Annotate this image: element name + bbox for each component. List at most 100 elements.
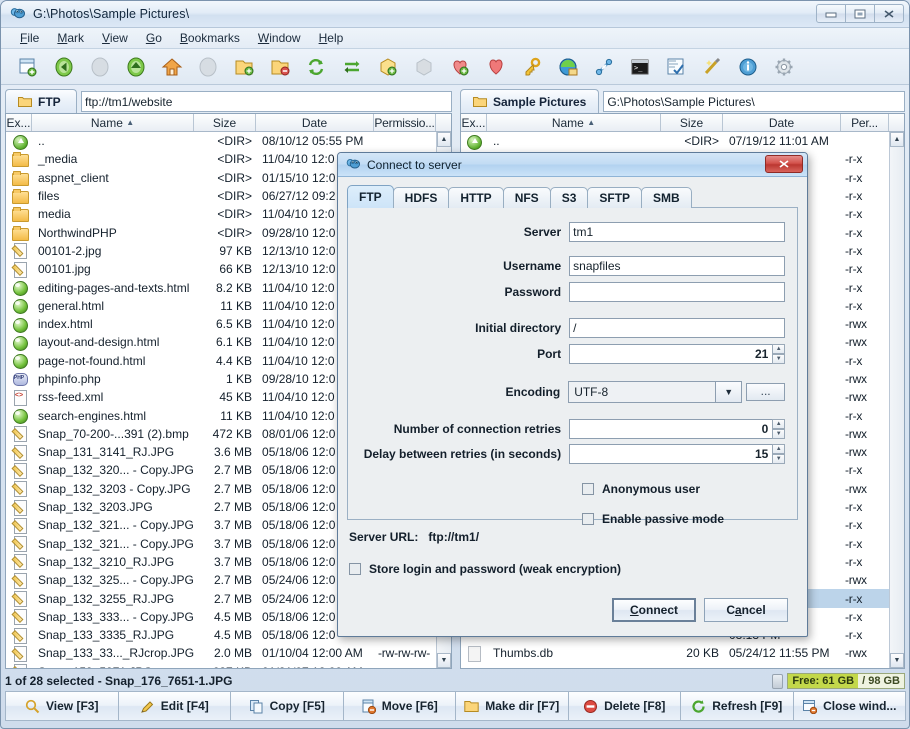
minimize-button[interactable] — [816, 4, 846, 23]
left-tab-ftp[interactable]: FTP — [5, 89, 77, 113]
anonymous-user-checkbox[interactable] — [582, 483, 594, 495]
maximize-button[interactable] — [845, 4, 875, 23]
stepper-down-icon[interactable]: ▼ — [772, 354, 785, 364]
encoding-more-button[interactable]: ... — [746, 383, 786, 401]
retries-input[interactable]: 0 — [569, 419, 774, 439]
table-row[interactable]: .. <DIR> 07/19/12 11:01 AM — [461, 132, 889, 150]
toolbar-favorite-add[interactable] — [442, 50, 478, 84]
stepper-up-icon[interactable]: ▲ — [772, 444, 785, 454]
makedir-button[interactable]: Make dir [F7] — [455, 691, 569, 721]
menu-bookmarks[interactable]: Bookmarks — [171, 30, 249, 46]
scroll-up-icon[interactable]: ▲ — [890, 132, 904, 147]
dialog-tab-ftp[interactable]: FTP — [347, 185, 394, 208]
right-col-perm[interactable]: Per... — [841, 114, 889, 131]
port-input[interactable]: 21 — [569, 344, 774, 364]
toolbar-bookmark-add[interactable] — [370, 50, 406, 84]
close-button[interactable] — [874, 4, 904, 23]
refresh-button[interactable]: Refresh [F9] — [680, 691, 794, 721]
toolbar-terminal[interactable]: >_ — [622, 50, 658, 84]
toolbar-settings[interactable] — [766, 50, 802, 84]
anonymous-user-row[interactable]: Anonymous user — [582, 482, 785, 496]
left-col-perm[interactable]: Permissio... — [374, 114, 437, 131]
username-input[interactable]: snapfiles — [569, 256, 785, 276]
toolbar-back[interactable] — [46, 50, 82, 84]
toolbar-sync[interactable] — [298, 50, 334, 84]
right-col-name[interactable]: Name ▲ — [487, 114, 661, 131]
dialog-tab-hdfs[interactable]: HDFS — [392, 187, 450, 208]
right-col-size[interactable]: Size — [661, 114, 723, 131]
right-tab-sample-pictures[interactable]: Sample Pictures — [459, 89, 600, 113]
menu-mark[interactable]: Mark — [48, 30, 93, 46]
initial-directory-input[interactable]: / — [569, 318, 785, 338]
table-row[interactable]: Snap_133_33..._RJcrop.JPG 2.0 MB 01/10/04 … — [6, 644, 436, 662]
menu-go[interactable]: Go — [137, 30, 171, 46]
toolbar-open-folder[interactable] — [226, 50, 262, 84]
toolbar-close-folder[interactable] — [262, 50, 298, 84]
store-login-row[interactable]: Store login and password (weak encryptio… — [349, 562, 796, 576]
menu-window[interactable]: Window — [249, 30, 310, 46]
table-row[interactable]: Thumbs.db 20 KB 05/24/12 11:55 PM -rwx — [461, 644, 889, 662]
dialog-tab-nfs[interactable]: NFS — [502, 187, 551, 208]
copy-button[interactable]: Copy [F5] — [230, 691, 344, 721]
toolbar-new-tab[interactable] — [10, 50, 46, 84]
dialog-tab-smb[interactable]: SMB — [641, 187, 692, 208]
stepper-up-icon[interactable]: ▲ — [772, 344, 785, 354]
close-window-button-label: Close wind... — [823, 699, 897, 713]
menu-view[interactable]: View — [93, 30, 137, 46]
close-window-button[interactable]: Close wind... — [792, 691, 906, 721]
dialog-tab-s3[interactable]: S3 — [549, 187, 589, 208]
toolbar-disconnect[interactable] — [586, 50, 622, 84]
toolbar-favorite[interactable] — [478, 50, 514, 84]
right-vscrollbar[interactable]: ▲ ▼ — [889, 132, 904, 668]
row-size: 20 KB — [686, 646, 719, 661]
toolbar-up-level[interactable] — [118, 50, 154, 84]
delete-button[interactable]: Delete [F8] — [567, 691, 681, 721]
toolbar-compare[interactable] — [658, 50, 694, 84]
server-url-label: Server URL: — [349, 530, 419, 544]
dialog-tab-http[interactable]: HTTP — [448, 187, 504, 208]
toolbar-connect-server[interactable] — [550, 50, 586, 84]
row-size: 2.0 MB — [214, 646, 253, 661]
table-row[interactable]: .. <DIR> 08/10/12 05:55 PM — [6, 132, 436, 150]
toolbar-key[interactable] — [514, 50, 550, 84]
toolbar-magic-wand[interactable] — [694, 50, 730, 84]
chevron-down-icon[interactable]: ▼ — [716, 381, 743, 403]
scroll-down-icon[interactable]: ▼ — [437, 653, 452, 668]
left-col-date[interactable]: Date — [256, 114, 375, 131]
encoding-select[interactable]: UTF-8 ▼ — [568, 381, 743, 403]
toolbar-info[interactable] — [730, 50, 766, 84]
stepper-down-icon[interactable]: ▼ — [772, 429, 785, 439]
scroll-up-icon[interactable]: ▲ — [437, 132, 452, 147]
edit-button[interactable]: Edit [F4] — [117, 691, 231, 721]
move-button[interactable]: Move [F6] — [342, 691, 456, 721]
right-col-date[interactable]: Date — [723, 114, 841, 131]
table-row[interactable]: Snap_159_5971.JPG637 KB01/21/07 12:00 AM… — [6, 663, 436, 668]
left-path-field[interactable]: ftp://tm1/website — [81, 91, 453, 112]
passive-mode-row[interactable]: Enable passive mode — [582, 512, 785, 526]
dialog-close-button[interactable] — [765, 155, 803, 173]
right-path-field[interactable]: G:\Photos\Sample Pictures\ — [603, 91, 905, 112]
delay-stepper[interactable]: ▲ ▼ — [772, 444, 785, 464]
left-col-name[interactable]: Name ▲ — [32, 114, 195, 131]
toolbar-home[interactable] — [154, 50, 190, 84]
menu-file[interactable]: FFileile — [11, 30, 48, 46]
retries-stepper[interactable]: ▲ ▼ — [772, 419, 785, 439]
left-col-size[interactable]: Size — [194, 114, 257, 131]
port-stepper[interactable]: ▲ ▼ — [772, 344, 785, 364]
dialog-tab-sftp[interactable]: SFTP — [587, 187, 643, 208]
stepper-down-icon[interactable]: ▼ — [772, 454, 785, 464]
toolbar-sync-browse[interactable] — [334, 50, 370, 84]
right-col-ex[interactable]: Ex... — [461, 114, 487, 131]
scroll-down-icon[interactable]: ▼ — [890, 653, 904, 668]
view-button[interactable]: View [F3] — [5, 691, 119, 721]
delay-input[interactable]: 15 — [569, 444, 774, 464]
left-col-ex[interactable]: Ex... — [6, 114, 32, 131]
server-input[interactable]: tm1 — [569, 222, 785, 242]
store-login-checkbox[interactable] — [349, 563, 361, 575]
cancel-button[interactable]: Ca ncel — [704, 598, 788, 622]
connect-button[interactable]: Connect — [612, 598, 696, 622]
stepper-up-icon[interactable]: ▲ — [772, 419, 785, 429]
passive-mode-checkbox[interactable] — [582, 513, 594, 525]
password-input[interactable] — [569, 282, 785, 302]
menu-help[interactable]: Help — [310, 30, 353, 46]
